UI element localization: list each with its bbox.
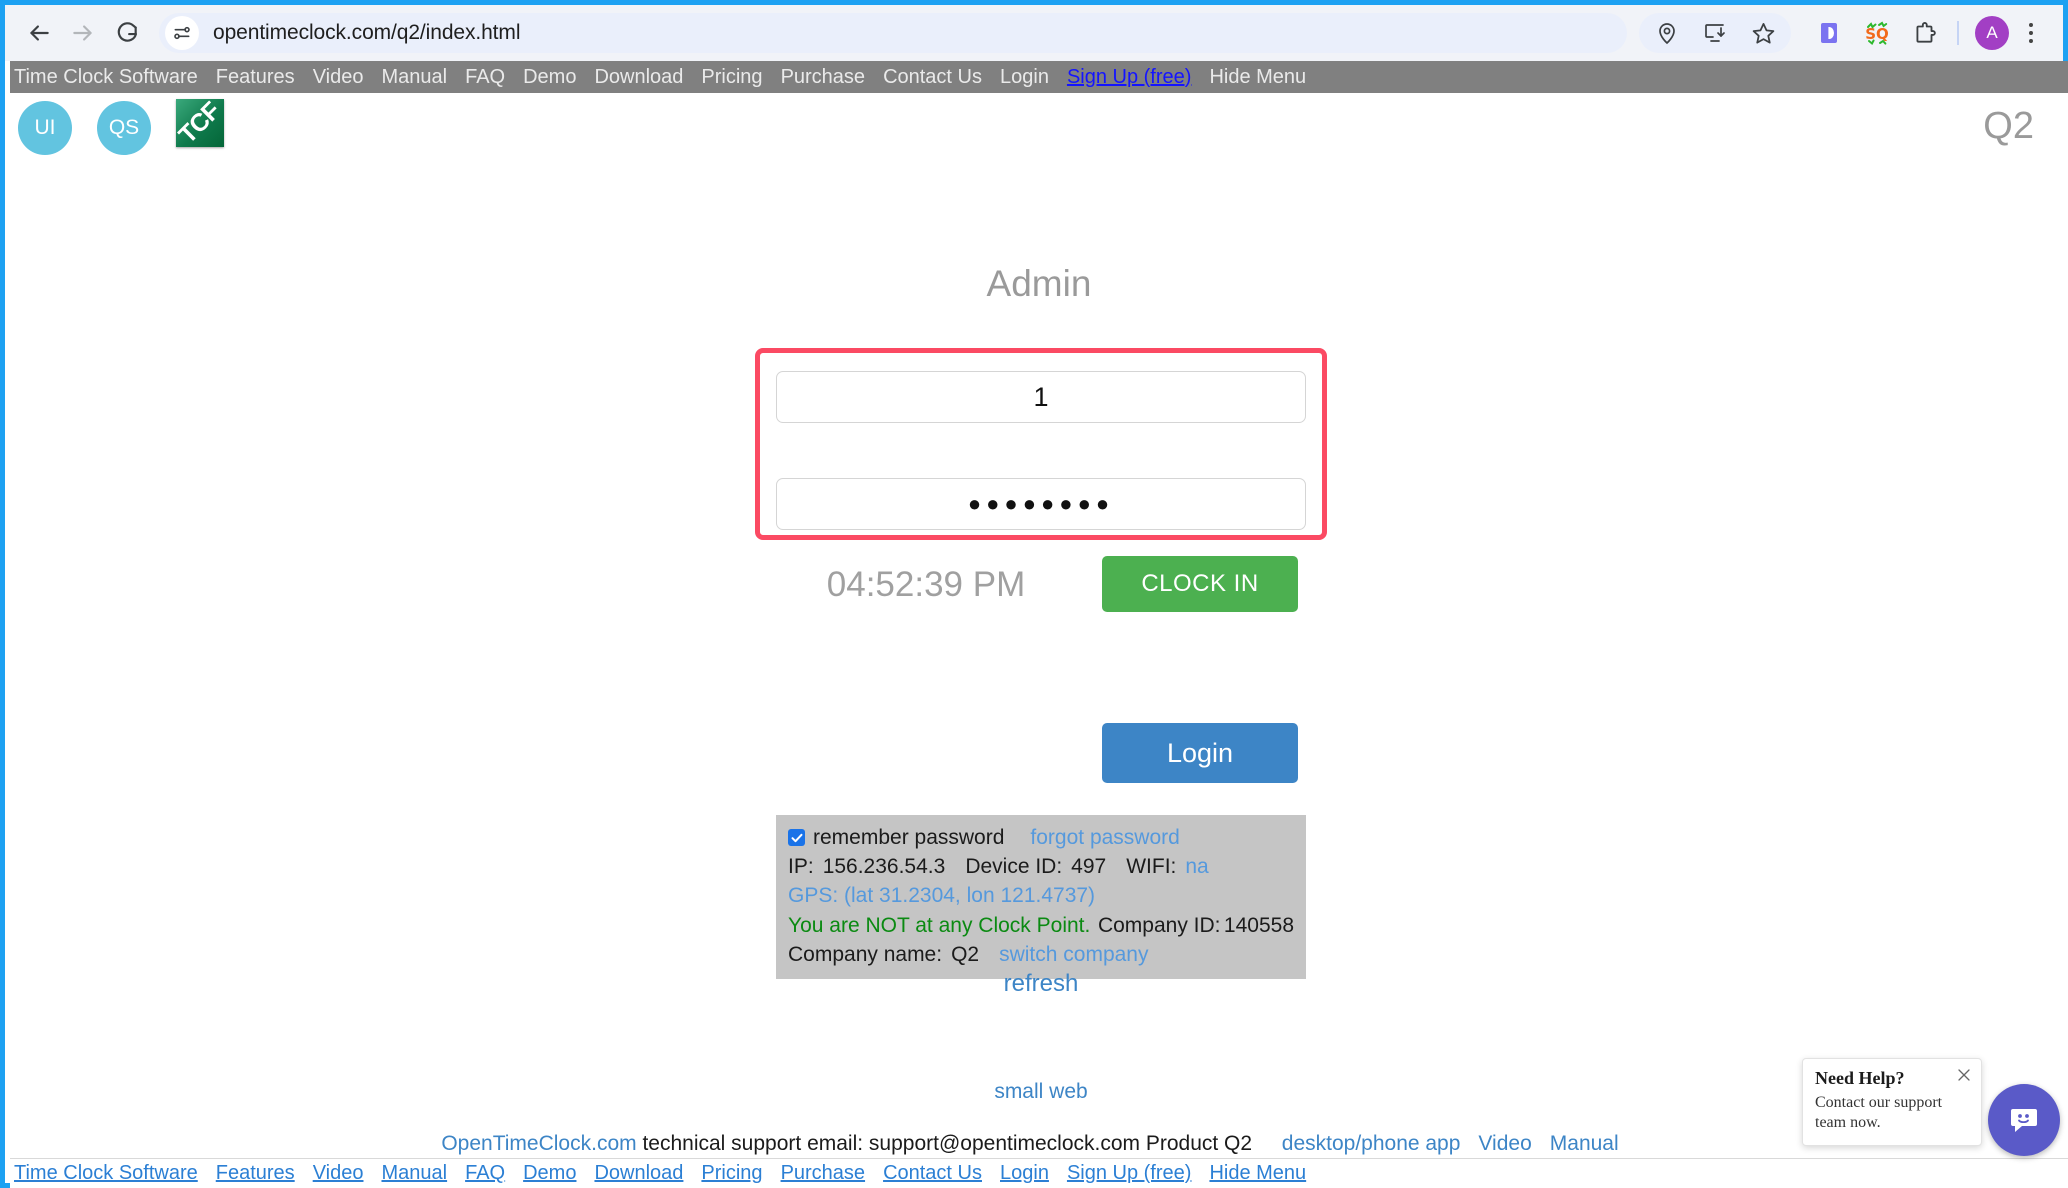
- wifi-label: WIFI:: [1126, 855, 1177, 879]
- close-icon[interactable]: [1956, 1067, 1972, 1083]
- bottom-nav-item-2[interactable]: Video: [313, 1162, 364, 1185]
- extension-d-icon[interactable]: [1809, 13, 1849, 53]
- top-nav-item-12[interactable]: Hide Menu: [1209, 66, 1306, 89]
- tune-icon[interactable]: [165, 16, 199, 50]
- top-nav-item-10[interactable]: Login: [1000, 66, 1049, 89]
- bottom-nav-item-7[interactable]: Pricing: [701, 1162, 762, 1185]
- tcf-logo-text: TCF: [173, 96, 226, 149]
- ip-label: IP:: [788, 855, 814, 879]
- username-input[interactable]: 1: [776, 371, 1306, 423]
- top-nav-item-8[interactable]: Purchase: [781, 66, 866, 89]
- top-nav-item-2[interactable]: Video: [313, 66, 364, 89]
- location-pin-icon[interactable]: [1647, 13, 1687, 53]
- footer-link-0[interactable]: desktop/phone app: [1282, 1132, 1461, 1155]
- support-text: technical support email: support@opentim…: [642, 1132, 1253, 1155]
- top-nav-item-3[interactable]: Manual: [381, 66, 447, 89]
- top-nav-item-5[interactable]: Demo: [523, 66, 576, 89]
- bottom-nav-item-5[interactable]: Demo: [523, 1162, 576, 1185]
- chat-tooltip-text: Contact our support team now.: [1815, 1094, 1943, 1131]
- toolbar-divider: [1957, 21, 1959, 45]
- top-nav-item-6[interactable]: Download: [594, 66, 683, 89]
- device-id-label: Device ID:: [965, 855, 1063, 879]
- tcf-logo-icon[interactable]: TCF: [173, 96, 226, 149]
- top-navigation-bar: Time Clock Software Features Video Manual FA…: [10, 61, 2068, 93]
- browser-toolbar: opentimeclock.com/q2/index.html SQ A: [5, 5, 2063, 61]
- password-input[interactable]: ●●●●●●●●: [776, 478, 1306, 530]
- support-line: OpenTimeClock.com technical support emai…: [10, 1132, 2068, 1156]
- company-name-row: Company name: Q2 switch company: [788, 940, 1294, 969]
- refresh-link[interactable]: refresh: [776, 970, 1306, 998]
- star-icon[interactable]: [1743, 13, 1783, 53]
- footer-link-1[interactable]: Video: [1478, 1132, 1531, 1155]
- bottom-nav-item-1[interactable]: Features: [216, 1162, 295, 1185]
- bottom-navigation-bar: Time Clock Software Features Video Manual FA…: [10, 1158, 2068, 1188]
- clock-in-button[interactable]: CLOCK IN: [1102, 556, 1298, 612]
- login-button[interactable]: Login: [1102, 723, 1298, 783]
- omnibox-action-group: [1639, 13, 1791, 53]
- chat-tooltip-title: Need Help?: [1815, 1068, 1905, 1088]
- reload-button[interactable]: [105, 11, 149, 55]
- bottom-nav-item-10[interactable]: Login: [1000, 1162, 1049, 1185]
- bottom-nav-item-9[interactable]: Contact Us: [883, 1162, 982, 1185]
- chat-tooltip: Need Help? Contact our support team now.: [1802, 1058, 1982, 1146]
- small-web-link[interactable]: small web: [776, 1080, 1306, 1104]
- top-nav-item-11[interactable]: Sign Up (free): [1067, 66, 1192, 89]
- network-info-row: IP: 156.236.54.3 Device ID: 497 WIFI: na: [788, 852, 1294, 881]
- device-id-value: 497: [1071, 855, 1107, 879]
- bottom-nav-item-6[interactable]: Download: [594, 1162, 683, 1185]
- url-text: opentimeclock.com/q2/index.html: [213, 21, 521, 44]
- top-nav-item-9[interactable]: Contact Us: [883, 66, 982, 89]
- clock-time: 04:52:39 PM: [826, 565, 1026, 604]
- gps-row: GPS: (lat 31.2304, lon 121.4737): [788, 881, 1294, 910]
- remember-password-row: remember password forgot password: [788, 823, 1294, 852]
- clock-point-row: You are NOT at any Clock Point. Company …: [788, 911, 1294, 940]
- page-content: Time Clock Software Features Video Manual FA…: [10, 61, 2068, 1188]
- top-nav-item-7[interactable]: Pricing: [701, 66, 762, 89]
- extension-sq-icon[interactable]: SQ: [1857, 13, 1897, 53]
- ip-value: 156.236.54.3: [822, 855, 946, 879]
- page-title: Admin: [986, 263, 1092, 304]
- footer-link-2[interactable]: Manual: [1550, 1132, 1619, 1155]
- remember-password-label: remember password: [813, 826, 1005, 849]
- switch-company-link[interactable]: switch company: [999, 940, 1148, 969]
- wifi-value: na: [1185, 855, 1209, 879]
- top-nav-item-0[interactable]: Time Clock Software: [14, 66, 198, 89]
- back-button[interactable]: [17, 11, 61, 55]
- clock-point-status: You are NOT at any Clock Point.: [788, 913, 1091, 937]
- browser-window: opentimeclock.com/q2/index.html SQ A Tim…: [0, 0, 2068, 1188]
- address-bar[interactable]: opentimeclock.com/q2/index.html: [159, 13, 1627, 53]
- site-link[interactable]: OpenTimeClock.com: [441, 1132, 636, 1155]
- bottom-nav-item-0[interactable]: Time Clock Software: [14, 1162, 198, 1185]
- avatar[interactable]: A: [1975, 16, 2009, 50]
- badge-ui[interactable]: UI: [18, 101, 72, 155]
- bottom-nav-item-11[interactable]: Sign Up (free): [1067, 1162, 1192, 1185]
- install-app-icon[interactable]: [1695, 13, 1735, 53]
- company-id-value: 140558: [1223, 913, 1294, 937]
- three-dot-menu-icon[interactable]: [2017, 23, 2045, 43]
- company-name-value: Q2: [951, 942, 980, 966]
- forward-button[interactable]: [61, 11, 105, 55]
- top-nav-item-1[interactable]: Features: [216, 66, 295, 89]
- company-id-label: Company ID:: [1097, 913, 1221, 937]
- bottom-nav-item-3[interactable]: Manual: [381, 1162, 447, 1185]
- bottom-nav-item-8[interactable]: Purchase: [781, 1162, 866, 1185]
- top-nav-item-4[interactable]: FAQ: [465, 66, 505, 89]
- puzzle-piece-icon[interactable]: [1905, 13, 1945, 53]
- chat-support-button[interactable]: [1988, 1084, 2060, 1156]
- remember-password-checkbox[interactable]: [788, 829, 805, 847]
- toolbar-actions: SQ A: [1639, 13, 2051, 53]
- bottom-nav-item-12[interactable]: Hide Menu: [1209, 1162, 1306, 1185]
- status-info-panel: remember password forgot password IP: 15…: [776, 815, 1306, 979]
- company-name-label: Company name:: [788, 942, 943, 966]
- site-header: UI QS TCF Q2: [10, 93, 2068, 165]
- bottom-nav-item-4[interactable]: FAQ: [465, 1162, 505, 1185]
- badge-qs[interactable]: QS: [97, 101, 151, 155]
- forgot-password-link[interactable]: forgot password: [1030, 823, 1179, 852]
- product-tag: Q2: [1983, 105, 2034, 147]
- gps-text: GPS: (lat 31.2304, lon 121.4737): [788, 884, 1096, 908]
- footer-links: desktop/phone app Video Manual: [1282, 1132, 1637, 1155]
